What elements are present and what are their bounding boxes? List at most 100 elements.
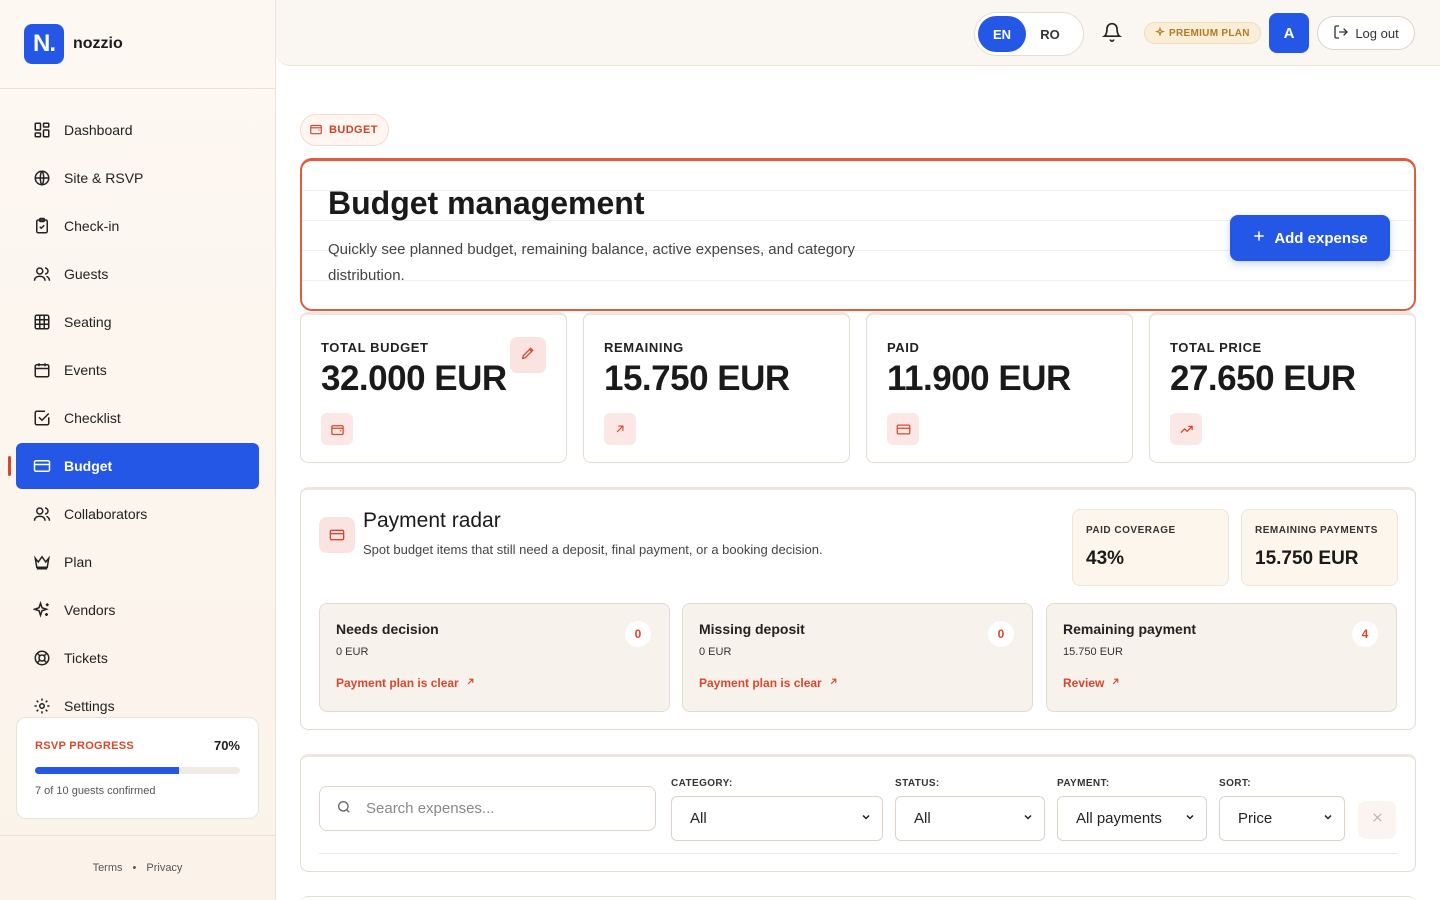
sidebar-item-label: Dashboard bbox=[64, 122, 133, 138]
clear-filters-button[interactable] bbox=[1358, 801, 1396, 839]
lang-en-button[interactable]: EN bbox=[978, 16, 1026, 52]
sidebar-item-dashboard[interactable]: Dashboard bbox=[16, 107, 259, 153]
wallet-icon bbox=[321, 413, 353, 445]
status-select[interactable]: All bbox=[895, 796, 1045, 841]
radar-card-needs-decision: Needs decision 0 EUR Payment plan is cle… bbox=[319, 603, 670, 712]
sidebar-item-label: Check-in bbox=[64, 218, 120, 234]
lang-ro-button[interactable]: RO bbox=[1026, 16, 1074, 52]
radar-card-amount: 15.750 EUR bbox=[1063, 646, 1123, 658]
sidebar-item-label: Collaborators bbox=[64, 506, 148, 522]
page-subtitle: Quickly see planned budget, remaining ba… bbox=[328, 241, 855, 284]
count-badge: 0 bbox=[625, 621, 651, 647]
remaining-payments-card: REMAINING PAYMENTS 15.750 EUR bbox=[1241, 509, 1398, 586]
close-icon bbox=[1371, 811, 1384, 829]
radar-card-missing-deposit: Missing deposit 0 EUR Payment plan is cl… bbox=[682, 603, 1033, 712]
credit-card-icon bbox=[319, 517, 355, 553]
topbar: EN RO PREMIUM PLAN A Log out bbox=[276, 0, 1440, 66]
globe-icon bbox=[32, 168, 52, 188]
count-badge: 0 bbox=[988, 621, 1014, 647]
brand[interactable]: N. nozzio bbox=[0, 0, 275, 89]
logout-button[interactable]: Log out bbox=[1317, 16, 1415, 50]
sidebar-item-vendors[interactable]: Vendors bbox=[16, 587, 259, 633]
stat-value: 27.650 EUR bbox=[1170, 359, 1356, 398]
privacy-link[interactable]: Privacy bbox=[146, 862, 182, 874]
sidebar-item-events[interactable]: Events bbox=[16, 347, 259, 393]
radar-card-link[interactable]: Payment plan is clear bbox=[336, 676, 653, 690]
logout-label: Log out bbox=[1355, 25, 1399, 41]
payment-select[interactable]: All payments bbox=[1057, 796, 1207, 841]
sparkles-icon bbox=[32, 600, 52, 620]
stat-value: 32.000 EUR bbox=[321, 359, 507, 398]
sidebar-item-label: Events bbox=[64, 362, 107, 378]
avatar[interactable]: A bbox=[1269, 13, 1309, 53]
sidebar-item-budget[interactable]: Budget bbox=[8, 443, 259, 489]
radar-card-remaining-payment: Remaining payment 15.750 EUR Review 4 bbox=[1046, 603, 1397, 712]
paid-coverage-value: 43% bbox=[1086, 548, 1125, 569]
stat-value: 11.900 EUR bbox=[887, 359, 1071, 398]
pencil-icon bbox=[520, 345, 536, 366]
radar-card-link[interactable]: Payment plan is clear bbox=[699, 676, 1016, 690]
gear-icon bbox=[32, 696, 52, 716]
brand-logo[interactable]: N. bbox=[24, 24, 64, 64]
rsvp-progress-bar bbox=[35, 767, 240, 774]
radar-card-link-label: Review bbox=[1063, 676, 1105, 690]
terms-link[interactable]: Terms bbox=[93, 862, 123, 874]
wallet-icon bbox=[309, 122, 323, 139]
status-label: STATUS: bbox=[895, 778, 940, 789]
radar-card-link-label: Payment plan is clear bbox=[336, 676, 459, 690]
sidebar-footer: Terms • Privacy bbox=[0, 835, 275, 900]
sidebar-nav: Dashboard Site & RSVP Check-in Guests Se… bbox=[8, 107, 259, 731]
remaining-payments-label: REMAINING PAYMENTS bbox=[1255, 525, 1378, 536]
users-icon bbox=[32, 264, 52, 284]
edit-budget-button[interactable] bbox=[510, 337, 546, 373]
sidebar-item-label: Tickets bbox=[64, 650, 108, 666]
expense-list-card bbox=[300, 896, 1416, 900]
plus-icon bbox=[1252, 229, 1266, 247]
sidebar: N. nozzio Dashboard Site & RSVP Check-in bbox=[0, 0, 276, 900]
sidebar-item-label: Site & RSVP bbox=[64, 170, 144, 186]
sidebar-item-check-in[interactable]: Check-in bbox=[16, 203, 259, 249]
payment-radar-description: Spot budget items that still need a depo… bbox=[363, 542, 823, 557]
bell-icon[interactable] bbox=[1101, 22, 1124, 44]
expense-filters: Search expenses... CATEGORY: All STATUS:… bbox=[300, 754, 1416, 872]
search-placeholder: Search expenses... bbox=[366, 800, 495, 817]
radar-card-amount: 0 EUR bbox=[699, 646, 732, 658]
category-label: CATEGORY: bbox=[671, 778, 733, 789]
chevron-down-icon bbox=[1022, 810, 1034, 827]
arrow-up-right-icon bbox=[1110, 676, 1121, 690]
rsvp-progress-subtitle: 7 of 10 guests confirmed bbox=[35, 785, 156, 797]
sidebar-item-plan[interactable]: Plan bbox=[16, 539, 259, 585]
calendar-icon bbox=[32, 360, 52, 380]
chevron-down-icon bbox=[860, 810, 872, 827]
remaining-payments-value: 15.750 EUR bbox=[1255, 548, 1359, 569]
payment-radar: Payment radar Spot budget items that sti… bbox=[300, 487, 1416, 730]
credit-card-icon bbox=[887, 413, 919, 445]
add-expense-button[interactable]: Add expense bbox=[1230, 215, 1390, 261]
radar-card-amount: 0 EUR bbox=[336, 646, 369, 658]
stat-card-paid: PAID 11.900 EUR bbox=[866, 312, 1133, 463]
stat-value: 15.750 EUR bbox=[604, 359, 790, 398]
stat-card-remaining: REMAINING 15.750 EUR bbox=[583, 312, 850, 463]
sidebar-item-site-rsvp[interactable]: Site & RSVP bbox=[16, 155, 259, 201]
radar-card-link[interactable]: Review bbox=[1063, 676, 1380, 690]
sidebar-item-collaborators[interactable]: Collaborators bbox=[16, 491, 259, 537]
rsvp-progress-card: RSVP PROGRESS 70% 7 of 10 guests confirm… bbox=[16, 717, 259, 819]
sidebar-item-tickets[interactable]: Tickets bbox=[16, 635, 259, 681]
checkbox-icon bbox=[32, 408, 52, 428]
sidebar-item-seating[interactable]: Seating bbox=[16, 299, 259, 345]
breadcrumb-label: BUDGET bbox=[329, 124, 378, 136]
filters-divider bbox=[319, 853, 1397, 854]
payment-radar-title: Payment radar bbox=[363, 509, 501, 532]
trending-up-icon bbox=[1170, 413, 1202, 445]
sort-select[interactable]: Price bbox=[1219, 796, 1345, 841]
search-input[interactable]: Search expenses... bbox=[319, 786, 656, 831]
users-icon bbox=[32, 504, 52, 524]
status-value: All bbox=[914, 810, 931, 827]
sidebar-item-guests[interactable]: Guests bbox=[16, 251, 259, 297]
payment-label: PAYMENT: bbox=[1057, 778, 1110, 789]
sidebar-item-checklist[interactable]: Checklist bbox=[16, 395, 259, 441]
radar-card-title: Needs decision bbox=[336, 621, 439, 637]
category-select[interactable]: All bbox=[671, 796, 883, 841]
grid-icon bbox=[32, 312, 52, 332]
brand-name[interactable]: nozzio bbox=[73, 35, 123, 53]
